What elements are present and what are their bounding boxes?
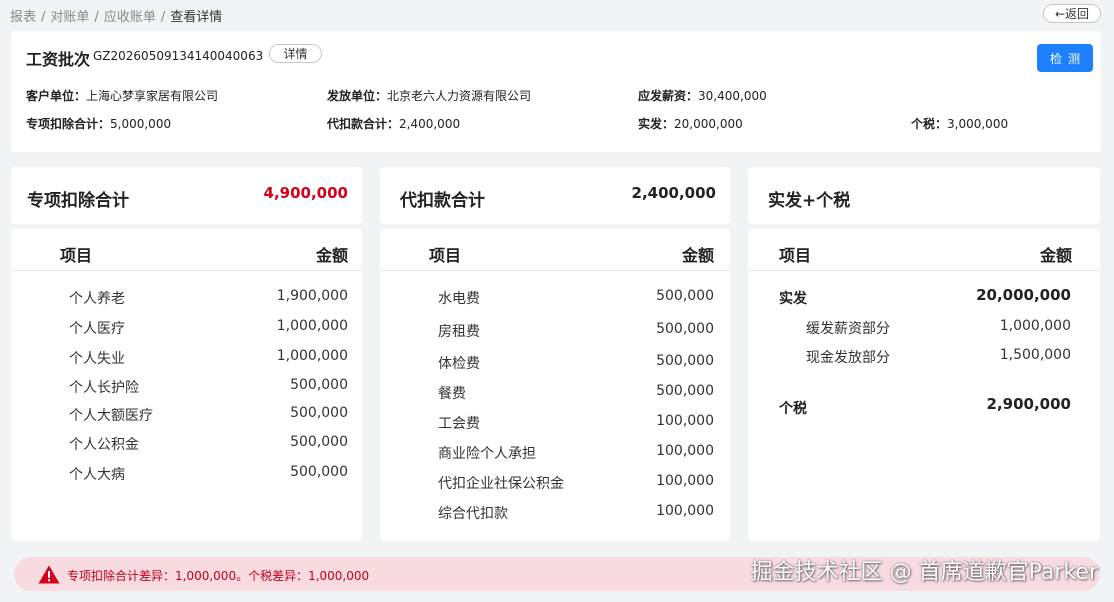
header-divider [11,270,362,271]
issuer-value: 北京老六人力资源有限公司 [387,89,532,103]
column-header-item: 项目 [779,246,812,265]
table-row-label: 个人大额医疗 [69,408,153,424]
special-deduction-table: 项目 金额 个人养老 1,900,000 个人医疗 1,000,000 个人失业… [11,229,362,541]
table-row-value: 500,000 [656,288,714,304]
batch-label: 工资批次 [26,50,91,69]
special-deduction-summary: 专项扣除合计 4,900,000 [11,167,362,224]
header-divider [748,270,1100,271]
tax-label: 个税： [911,117,948,131]
table-row-value: 500,000 [656,383,714,399]
withhold-table: 项目 金额 水电费 500,000 房租费 500,000 体检费 500,00… [380,229,730,541]
special-deduction-label: 专项扣除合计： [26,117,111,131]
column-header-item: 项目 [429,246,462,265]
table-row-value: 100,000 [656,473,714,489]
tax-row-label: 个税 [779,401,807,417]
payable-value: 30,400,000 [698,89,767,103]
sub-row-value: 1,500,000 [999,347,1071,363]
watermark: 掘金技术社区 @ 首席道歉官Parker [750,560,1098,585]
table-row-value: 500,000 [656,353,714,369]
table-row-label: 餐费 [438,386,466,402]
actual-pay-label: 实发： [638,117,675,131]
special-deduction-value: 5,000,000 [110,117,172,131]
actual-pay-row-value: 20,000,000 [976,286,1071,304]
actual-tax-table: 项目 金额 实发 20,000,000 缓发薪资部分 1,000,000 现金发… [748,229,1100,541]
special-deduction-total: 4,900,000 [263,184,348,202]
table-row-label: 个人医疗 [69,321,125,337]
sub-row-label: 缓发薪资部分 [806,321,890,337]
sub-row-value: 1,000,000 [999,318,1071,334]
top-bar: 报表 / 对账单 / 应收账单 / 查看详情 ←返回 [0,0,1114,30]
table-row-value: 1,900,000 [276,288,348,304]
withhold-value: 2,400,000 [399,117,461,131]
table-row-value: 500,000 [290,464,348,480]
special-deduction-field: 专项扣除合计：5,000,000 [26,115,171,132]
actual-pay-value: 20,000,000 [674,117,743,131]
tax-value: 3,000,000 [947,117,1009,131]
table-row-value: 500,000 [290,405,348,421]
table-row-label: 个人养老 [69,291,125,307]
tax-row-value: 2,900,000 [986,395,1071,413]
table-row-label: 代扣企业社保公积金 [438,476,564,492]
sub-row-label: 现金发放部分 [806,350,890,366]
actual-pay-field: 实发：20,000,000 [638,115,743,132]
withhold-total: 2,400,000 [631,184,716,202]
column-header-amount: 金额 [1039,246,1072,265]
table-row-label: 房租费 [438,324,480,340]
table-row-value: 500,000 [290,377,348,393]
table-row-label: 综合代扣款 [438,506,508,522]
table-row-label: 体检费 [438,356,480,372]
special-deduction-title: 专项扣除合计 [27,191,129,211]
table-row-value: 1,000,000 [276,348,348,364]
breadcrumb-separator: / [94,10,99,25]
table-row-label: 商业险个人承担 [438,446,536,462]
customer-label: 客户单位： [26,89,87,103]
breadcrumb-item-reports[interactable]: 报表 [10,10,36,25]
check-button[interactable]: 检测 [1037,44,1093,72]
column-header-amount: 金额 [681,246,714,265]
batch-header-card: 工资批次 GZ20260509134140040063 详情 检测 客户单位：上… [11,31,1101,152]
table-row-value: 100,000 [656,503,714,519]
detail-button[interactable]: 详情 [269,44,322,63]
actual-pay-row-label: 实发 [779,291,807,307]
table-row-label: 个人长护险 [69,380,139,396]
breadcrumb-separator: / [160,10,166,25]
withhold-title: 代扣款合计 [400,191,485,211]
tax-field: 个税：3,000,000 [911,115,1008,132]
issuer-field: 发放单位：北京老六人力资源有限公司 [327,87,531,104]
column-header-amount: 金额 [315,246,348,265]
back-button[interactable]: ←返回 [1043,4,1101,23]
breadcrumb-item-receivables[interactable]: 应收账单 [104,10,156,25]
issuer-label: 发放单位： [327,89,388,103]
customer-value: 上海心梦享家居有限公司 [86,89,219,103]
table-row-value: 100,000 [656,443,714,459]
customer-field: 客户单位：上海心梦享家居有限公司 [26,87,218,104]
actual-tax-title: 实发+个税 [768,191,851,211]
batch-id: GZ20260509134140040063 [93,49,264,63]
table-row-value: 100,000 [656,413,714,429]
header-divider [380,270,730,271]
table-row-label: 工会费 [438,416,480,432]
table-row-label: 水电费 [438,291,480,307]
withhold-summary: 代扣款合计 2,400,000 [380,167,730,224]
alert-message: 专项扣除合计差异：1,000,000。个税差异：1,000,000 [67,569,370,583]
warning-icon [38,565,60,584]
column-header-item: 项目 [60,246,93,265]
breadcrumb-item-statements[interactable]: 对账单 [50,10,89,25]
table-row-label: 个人失业 [69,351,125,367]
payable-field: 应发薪资：30,400,000 [638,87,767,104]
breadcrumb-separator: / [41,10,46,25]
withhold-label: 代扣款合计： [327,117,400,131]
breadcrumb-current: 查看详情 [170,10,223,25]
table-row-value: 500,000 [290,434,348,450]
actual-tax-summary: 实发+个税 [748,167,1100,224]
table-row-label: 个人公积金 [69,437,139,453]
table-row-value: 1,000,000 [276,318,348,334]
breadcrumb: 报表 / 对账单 / 应收账单 / 查看详情 [10,6,222,25]
withhold-field: 代扣款合计：2,400,000 [327,115,460,132]
payable-label: 应发薪资： [638,89,699,103]
table-row-value: 500,000 [656,321,714,337]
table-row-label: 个人大病 [69,467,125,483]
